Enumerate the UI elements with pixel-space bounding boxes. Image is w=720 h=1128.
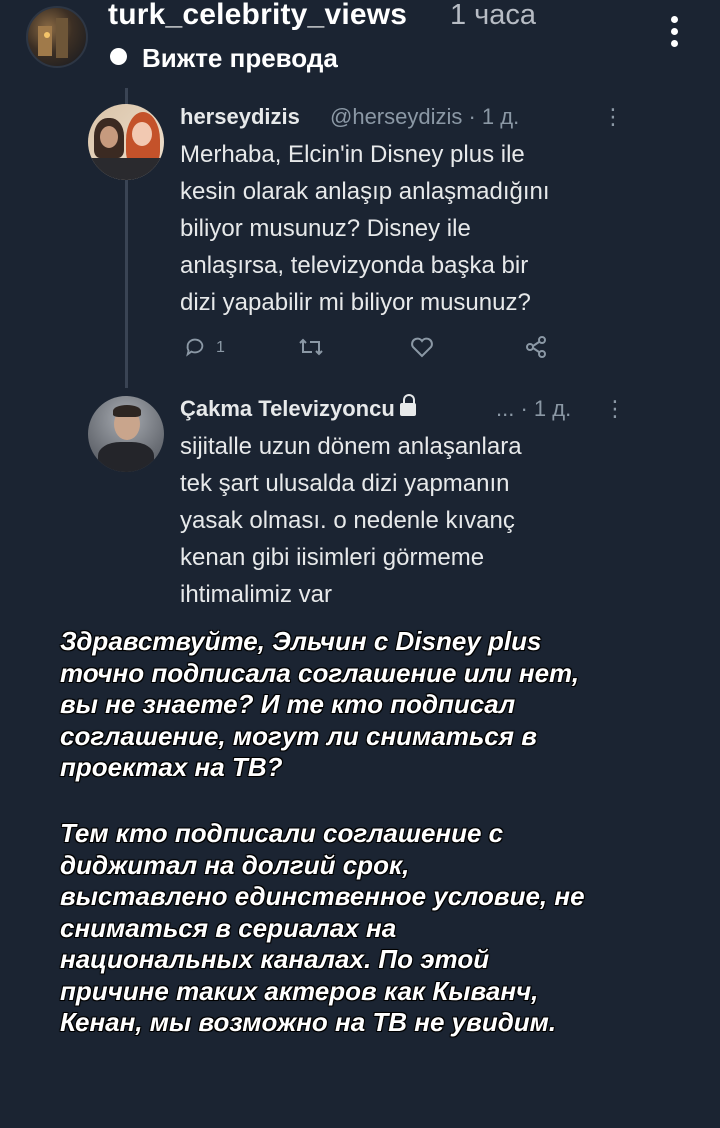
tweet-avatar (88, 104, 164, 180)
vertical-dots-icon[interactable] (664, 16, 684, 52)
tweet-line: yasak olması. o nedenle kıvanç (180, 507, 515, 534)
reply-icon (184, 336, 206, 363)
tweet-actions: 1 (0, 336, 720, 366)
story-username[interactable]: turk_celebrity_views (108, 0, 407, 32)
tweet-line: kesin olarak anlaşıp anlaşmadığını (180, 178, 550, 205)
profile-avatar[interactable] (26, 6, 88, 68)
translation-caption-1: Здравствуйте, Эльчин с Disney plus точно… (60, 626, 580, 782)
tweet-line: ihtimalimiz var (180, 581, 333, 608)
tweet-author-name: Çakma Televizyoncu (180, 394, 417, 422)
see-translation-link[interactable]: Вижте превода (142, 43, 338, 74)
retweet-icon (298, 336, 324, 363)
heart-icon (410, 336, 434, 363)
tweet-text: sijitalle uzun dönem anlaşanlara tek şar… (180, 428, 620, 613)
tweet-handle-time: ... · 1 д. (496, 396, 572, 421)
share-icon (524, 336, 548, 363)
tweet-more-icon: ⋮ (602, 104, 624, 129)
translate-indicator-icon (110, 48, 127, 65)
tweet-line: kenan gibi iisimleri görmeme (180, 544, 485, 571)
tweet-author-name: herseydizis (180, 104, 300, 129)
tweet-line: sijitalle uzun dönem anlaşanlara (180, 433, 522, 460)
translation-caption-2: Тем кто подписали соглашение с диджитал … (60, 818, 585, 1037)
lock-icon (399, 394, 417, 417)
tweet-line: dizi yapabilir mi biliyor musunuz? (180, 289, 531, 316)
story-time: 1 часа (450, 0, 537, 31)
tweet-text: Merhaba, Elcin'in Disney plus ile kesin … (180, 136, 620, 321)
tweet-line: Merhaba, Elcin'in Disney plus ile (180, 141, 525, 168)
story-header: turk_celebrity_views 1 часа Вижте превод… (0, 0, 720, 80)
tweet-line: biliyor musunuz? Disney ile (180, 215, 471, 242)
reply-count: 1 (216, 339, 225, 356)
tweet-more-icon: ⋮ (604, 396, 626, 421)
tweet-line: anlaşırsa, televizyonda başka bir (180, 252, 529, 279)
tweet-line: tek şart ulusalda dizi yapmanın (180, 470, 510, 497)
tweet-avatar (88, 396, 164, 472)
tweet-handle-time: @herseydizis · 1 д. (330, 104, 520, 129)
